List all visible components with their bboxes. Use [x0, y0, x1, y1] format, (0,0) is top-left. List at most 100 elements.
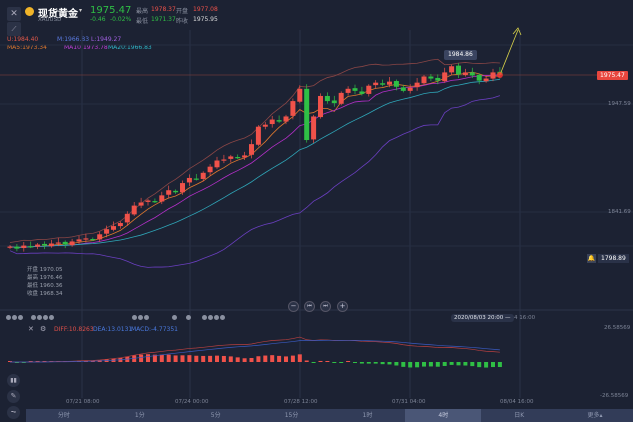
tab-15min[interactable]: 15分: [254, 409, 330, 422]
macd-bar: [318, 360, 323, 362]
candle: [21, 245, 27, 249]
candle: [35, 244, 41, 247]
pencil-icon[interactable]: ✎: [7, 390, 20, 403]
candle: [331, 100, 337, 104]
timeframe-tabs: 分时 1分 5分 15分 1时 4时 日K 更多▴: [26, 409, 633, 422]
macd-bar: [484, 362, 489, 368]
event-markers-row[interactable]: [6, 315, 226, 322]
candle: [138, 202, 144, 206]
candle: [269, 119, 275, 125]
alert-price: 1798.89: [598, 254, 629, 263]
settings-icon[interactable]: ⚙: [40, 325, 46, 333]
candle: [387, 81, 392, 85]
ohlc-label: 最低: [27, 283, 39, 289]
ma10-line: [9, 74, 500, 249]
scroll-end-button[interactable]: ⏭: [320, 301, 331, 312]
candle: [131, 205, 137, 215]
time-label: 07/28 12:00: [284, 399, 318, 405]
candle: [111, 226, 116, 230]
tab-1min[interactable]: 1分: [102, 409, 178, 422]
candle: [207, 166, 213, 173]
candle: [76, 239, 82, 242]
macd-bar: [166, 354, 171, 362]
macd-bar: [221, 355, 226, 362]
candle: [14, 246, 20, 249]
tab-timeshare[interactable]: 分时: [26, 409, 102, 422]
zoom-in-button[interactable]: +: [337, 301, 348, 312]
macd-axis-top: 26.58569: [604, 325, 631, 331]
candle: [373, 82, 379, 86]
ohlc-box: 开盘 1970.05 最高 1976.46 最低 1960.36 收盘 1968…: [27, 266, 63, 298]
macd-bar: [442, 362, 447, 366]
macd-bar: [470, 362, 475, 367]
ohlc-label: 最高: [27, 275, 39, 281]
candle: [90, 239, 96, 241]
price-chart[interactable]: [0, 0, 633, 422]
current-price-marker: 1975.47: [597, 71, 628, 80]
macd-bar: [173, 355, 178, 362]
macd-bar: [435, 362, 440, 367]
macd-bar: [235, 357, 240, 362]
macd-bar: [194, 355, 199, 362]
macd-bar: [394, 362, 399, 366]
candle: [55, 242, 61, 244]
macd-bar: [477, 362, 482, 368]
tab-5min[interactable]: 5分: [178, 409, 254, 422]
candle: [62, 241, 68, 245]
candle: [462, 72, 468, 76]
ohlc-high: 1976.46: [39, 275, 63, 281]
candle: [7, 246, 13, 248]
price-label: 1841.69: [608, 209, 631, 215]
bell-icon[interactable]: 🔔: [587, 254, 596, 263]
candle: [352, 88, 358, 91]
candle: [42, 243, 47, 246]
macd-bar: [277, 355, 282, 362]
candle: [124, 213, 130, 223]
candle: [193, 178, 199, 180]
scroll-start-button[interactable]: ⏮: [304, 301, 315, 312]
indicator-icon[interactable]: ▮▮: [7, 374, 20, 387]
time-label: 07/24 00:00: [175, 399, 209, 405]
ma20-line: [9, 78, 500, 249]
time-label: 08/04 16:00: [500, 399, 534, 405]
tab-1h[interactable]: 1时: [330, 409, 406, 422]
tab-4h[interactable]: 4时: [405, 409, 482, 422]
macd-bar: [228, 356, 233, 362]
chart-type-icon[interactable]: ⏦: [7, 406, 20, 419]
crosshair-time-label: 2020/08/03 20:00 —: [451, 314, 514, 322]
candle: [166, 190, 172, 195]
candle: [421, 76, 427, 84]
macd-bar: [249, 357, 254, 362]
macd-bar: [159, 354, 164, 362]
candle: [97, 234, 103, 240]
tab-daily[interactable]: 日K: [481, 409, 557, 422]
candle: [228, 156, 234, 159]
macd-bar: [332, 362, 337, 363]
close-indicator-icon[interactable]: ✕: [28, 325, 34, 333]
macd-bar: [146, 354, 150, 362]
crosshair-time: 2020/08/03 20:00: [454, 315, 504, 321]
macd-bar: [201, 355, 206, 362]
macd-bar: [256, 356, 261, 362]
macd-bar: [339, 362, 344, 363]
macd-bar: [408, 362, 413, 368]
candle: [48, 243, 54, 247]
candle: [456, 65, 461, 75]
candle: [242, 155, 248, 158]
candle: [490, 72, 496, 79]
macd-bar: [284, 356, 288, 362]
macd-bar: [187, 355, 192, 362]
tab-more[interactable]: 更多▴: [557, 409, 633, 422]
ohlc-open: 1970.05: [39, 267, 63, 273]
candle: [152, 201, 158, 203]
candle: [297, 88, 303, 102]
price-label: 1947.59: [608, 101, 631, 107]
zoom-out-button[interactable]: −: [288, 301, 299, 312]
macd-bar: [139, 354, 144, 362]
candle: [283, 116, 289, 122]
macd-bar: [270, 355, 275, 362]
candle: [407, 87, 413, 91]
ohlc-low: 1960.36: [39, 283, 63, 289]
macd-bar: [497, 362, 502, 368]
candle: [276, 120, 282, 122]
